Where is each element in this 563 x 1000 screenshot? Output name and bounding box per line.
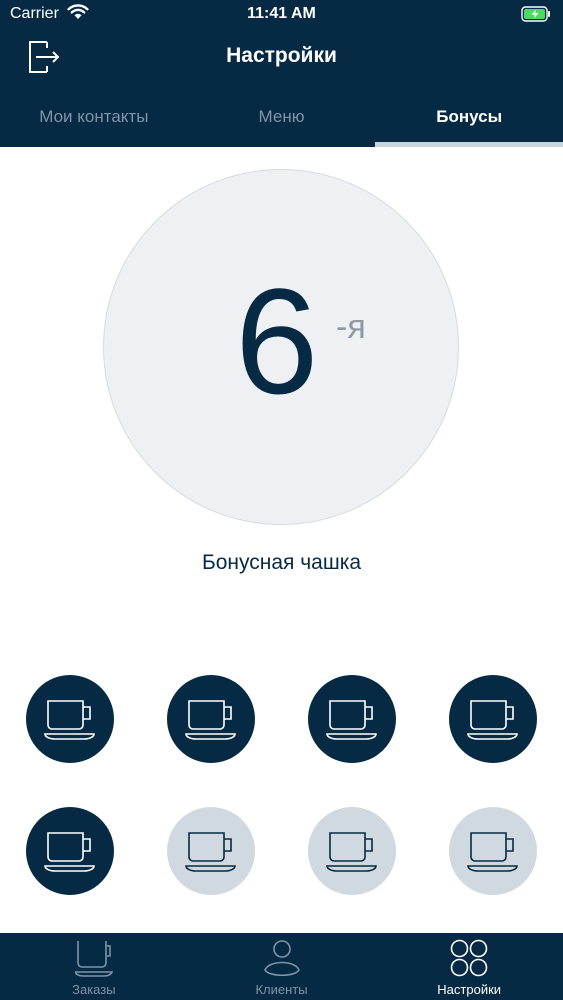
tabbar-item-settings[interactable]: Настройки [375,933,563,1000]
tab-menu[interactable]: Меню [188,96,376,147]
bottom-tab-bar: Заказы Клиенты Настройки [0,933,563,1000]
tabbar-label-clients: Клиенты [255,982,308,997]
bonus-cup [308,675,396,763]
bonus-cup [167,675,255,763]
tab-bonuses[interactable]: Бонусы [375,96,563,147]
bonus-number: 6 [235,257,319,425]
grid-circles-icon [450,939,488,977]
bonus-suffix: -я [336,308,366,346]
cup-icon [185,832,236,872]
cup-icon [467,832,518,872]
bonus-cup [167,807,255,895]
cup-icon [44,832,95,872]
cup-icon [74,941,113,977]
tabbar-label-orders: Заказы [72,982,116,997]
cup-icon [44,700,95,740]
battery-charging-icon [521,6,550,22]
tabbar-item-clients[interactable]: Клиенты [188,933,376,1000]
tab-my-contacts[interactable]: Мои контакты [0,96,188,147]
bonus-cup [449,675,537,763]
bonus-counter-circle: 6 -я [103,169,459,525]
tab-bar-top: Мои контакты Меню Бонусы [0,96,563,147]
bonus-cup [26,675,114,763]
person-icon [263,940,300,977]
header: Carrier 11:41 AM Настройки Мои контакты … [0,0,563,147]
cup-icon [326,832,377,872]
cup-icon [467,700,518,740]
bonus-label: Бонусная чашка [201,551,362,574]
bonus-cup [26,807,114,895]
page-title: Настройки [226,44,337,67]
bonus-cup [449,807,537,895]
bonus-cup [308,807,396,895]
tabbar-label-settings: Настройки [437,982,502,997]
tabbar-item-orders[interactable]: Заказы [0,933,188,1000]
cup-icon [185,700,236,740]
status-time: 11:41 AM [247,5,316,22]
cup-icon [326,700,377,740]
status-bar: Carrier 11:41 AM [0,0,563,30]
